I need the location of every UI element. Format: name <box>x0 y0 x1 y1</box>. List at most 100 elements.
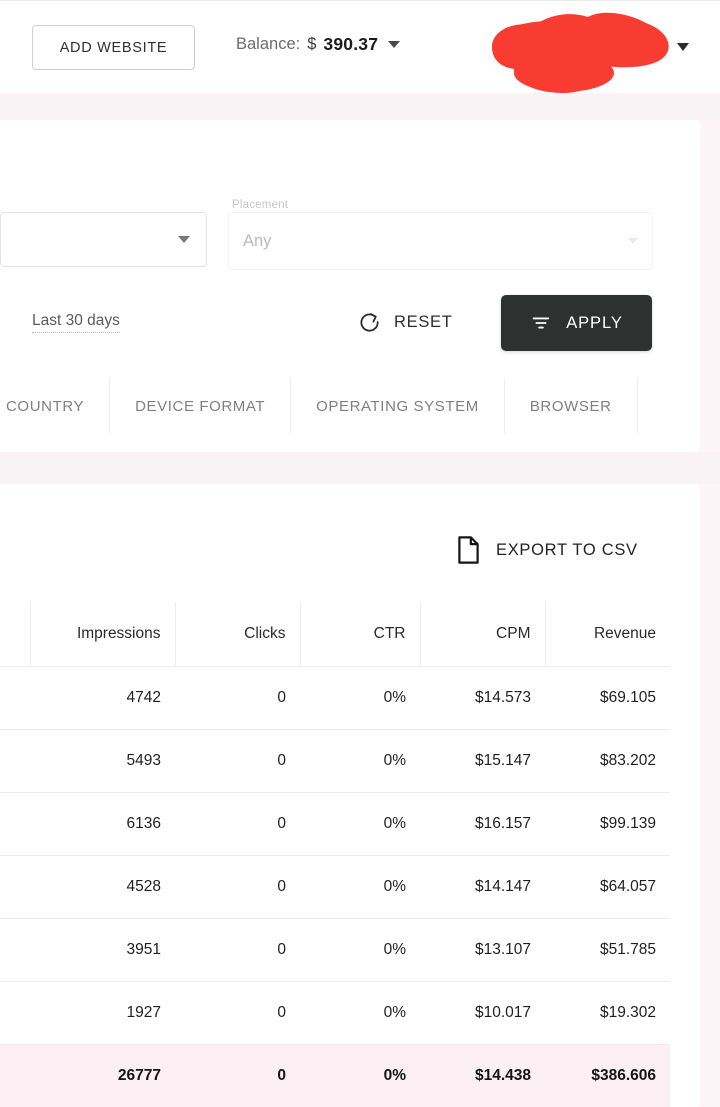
table-total-row: 26777 0 0% $14.438 $386.606 <box>0 1044 670 1107</box>
balance-dropdown[interactable]: Balance: $ 390.37 <box>236 34 401 55</box>
cell-revenue: $51.785 <box>599 940 656 958</box>
cell-clicks: 0 <box>277 751 286 769</box>
export-to-csv-label: EXPORT TO CSV <box>496 540 638 559</box>
table-header-row: Impressions Clicks CTR CPM Revenue <box>0 602 670 666</box>
cell-impressions: 1927 <box>126 1003 161 1021</box>
redaction-scribble <box>492 12 669 94</box>
tab-operating-system[interactable]: OPERATING SYSTEM <box>291 379 505 433</box>
cell-ctr: 0% <box>383 1003 406 1021</box>
cell-revenue: $83.202 <box>599 751 656 769</box>
cell-label <box>0 666 30 729</box>
report-card: EXPORT TO CSV Impressions Clicks CTR CPM… <box>0 484 700 1107</box>
background-strip-middle <box>0 452 720 484</box>
reset-label: RESET <box>394 313 453 331</box>
cell-clicks: 0 <box>277 814 286 832</box>
cell-ctr: 0% <box>383 751 406 769</box>
chevron-down-icon <box>388 41 401 48</box>
cell-label <box>0 792 30 855</box>
page-root: ADD WEBSITE Balance: $ 390.37 Placement … <box>0 0 720 1107</box>
table-row: 5493 0 0% $15.147 $83.202 <box>0 729 670 792</box>
cell-cpm: $14.147 <box>474 877 531 895</box>
background-strip-top <box>0 93 720 120</box>
table-row: 4528 0 0% $14.147 $64.057 <box>0 855 670 918</box>
placement-field-label: Placement <box>232 199 289 211</box>
table-row: 3951 0 0% $13.107 $51.785 <box>0 918 670 981</box>
cell-ctr: 0% <box>383 814 406 832</box>
cell-revenue: $99.139 <box>599 814 656 832</box>
cell-label <box>0 918 30 981</box>
cell-label <box>0 855 30 918</box>
top-bar: ADD WEBSITE Balance: $ 390.37 <box>0 0 720 94</box>
table-row: 6136 0 0% $16.157 $99.139 <box>0 792 670 855</box>
table-row: 4742 0 0% $14.573 $69.105 <box>0 666 670 729</box>
cell-impressions: 6136 <box>126 814 161 832</box>
apply-label: APPLY <box>566 313 623 332</box>
table-row: 1927 0 0% $10.017 $19.302 <box>0 981 670 1044</box>
cell-revenue: $64.057 <box>599 877 656 895</box>
cell-cpm: $13.107 <box>474 940 531 958</box>
cell-revenue: $19.302 <box>599 1003 656 1021</box>
cell-impressions: 4742 <box>126 688 161 706</box>
chevron-down-icon <box>178 236 190 243</box>
file-document-icon <box>458 536 479 564</box>
cell-cpm: $14.573 <box>474 688 531 706</box>
cell-label <box>0 729 30 792</box>
tab-country[interactable]: COUNTRY <box>0 379 111 433</box>
cell-ctr: 0% <box>383 688 406 706</box>
cell-cpm: $10.017 <box>474 1003 531 1021</box>
total-cell-clicks: 0 <box>277 1066 286 1084</box>
placement-value: Any <box>243 232 272 250</box>
website-select[interactable] <box>0 212 207 267</box>
reset-button[interactable]: RESET <box>350 305 461 340</box>
cell-impressions: 4528 <box>126 877 161 895</box>
column-header-ctr[interactable]: CTR <box>300 602 421 666</box>
export-to-csv-button[interactable]: EXPORT TO CSV <box>452 530 642 570</box>
cell-clicks: 0 <box>277 688 286 706</box>
cell-ctr: 0% <box>383 940 406 958</box>
balance-label: Balance: <box>236 35 301 53</box>
balance-amount: 390.37 <box>323 34 379 54</box>
total-cell-impressions: 26777 <box>117 1066 161 1084</box>
apply-button[interactable]: APPLY <box>501 295 652 351</box>
cell-revenue: $69.105 <box>599 688 656 706</box>
filter-card: Placement Any Last 30 days RESET APPLY C… <box>0 120 700 452</box>
total-cell-revenue: $386.606 <box>591 1066 656 1084</box>
dimension-tabs: COUNTRY DEVICE FORMAT OPERATING SYSTEM B… <box>0 379 700 433</box>
cell-clicks: 0 <box>277 1003 286 1021</box>
cell-cpm: $15.147 <box>474 751 531 769</box>
cell-impressions: 5493 <box>126 751 161 769</box>
cell-clicks: 0 <box>277 940 286 958</box>
column-header-impressions[interactable]: Impressions <box>30 602 176 666</box>
currency-symbol: $ <box>307 35 317 53</box>
placement-select[interactable]: Any <box>228 212 653 270</box>
date-range-label: Last 30 days <box>32 312 120 329</box>
tab-operating-system-label: OPERATING SYSTEM <box>316 397 479 415</box>
chevron-down-icon <box>628 238 638 244</box>
cell-ctr: 0% <box>383 877 406 895</box>
tab-device-format-label: DEVICE FORMAT <box>135 397 266 415</box>
account-menu-chevron-down-icon[interactable] <box>677 43 689 51</box>
report-table-head: Impressions Clicks CTR CPM Revenue <box>0 602 670 666</box>
report-table: Impressions Clicks CTR CPM Revenue 4742 … <box>0 602 670 1107</box>
report-table-body: 4742 0 0% $14.573 $69.105 5493 0 0% $15.… <box>0 666 670 1107</box>
total-cell-ctr: 0% <box>383 1066 406 1084</box>
total-cell-label <box>0 1044 30 1107</box>
column-header-clicks[interactable]: Clicks <box>175 602 301 666</box>
report-table-container: Impressions Clicks CTR CPM Revenue 4742 … <box>0 602 670 1107</box>
date-range-picker[interactable]: Last 30 days <box>32 312 120 333</box>
refresh-icon <box>360 313 379 332</box>
column-header-cpm[interactable]: CPM <box>420 602 546 666</box>
add-website-button[interactable]: ADD WEBSITE <box>32 25 195 70</box>
tab-device-format[interactable]: DEVICE FORMAT <box>110 379 292 433</box>
cell-clicks: 0 <box>277 877 286 895</box>
tab-country-label: COUNTRY <box>6 397 85 415</box>
add-website-label: ADD WEBSITE <box>59 39 168 56</box>
column-header-label[interactable] <box>0 602 31 666</box>
cell-impressions: 3951 <box>126 940 161 958</box>
filter-icon <box>533 317 550 329</box>
total-cell-cpm: $14.438 <box>474 1066 531 1084</box>
column-header-revenue[interactable]: Revenue <box>545 602 670 666</box>
tab-browser-label: BROWSER <box>529 397 612 415</box>
tab-browser[interactable]: BROWSER <box>505 379 638 433</box>
cell-cpm: $16.157 <box>474 814 531 832</box>
